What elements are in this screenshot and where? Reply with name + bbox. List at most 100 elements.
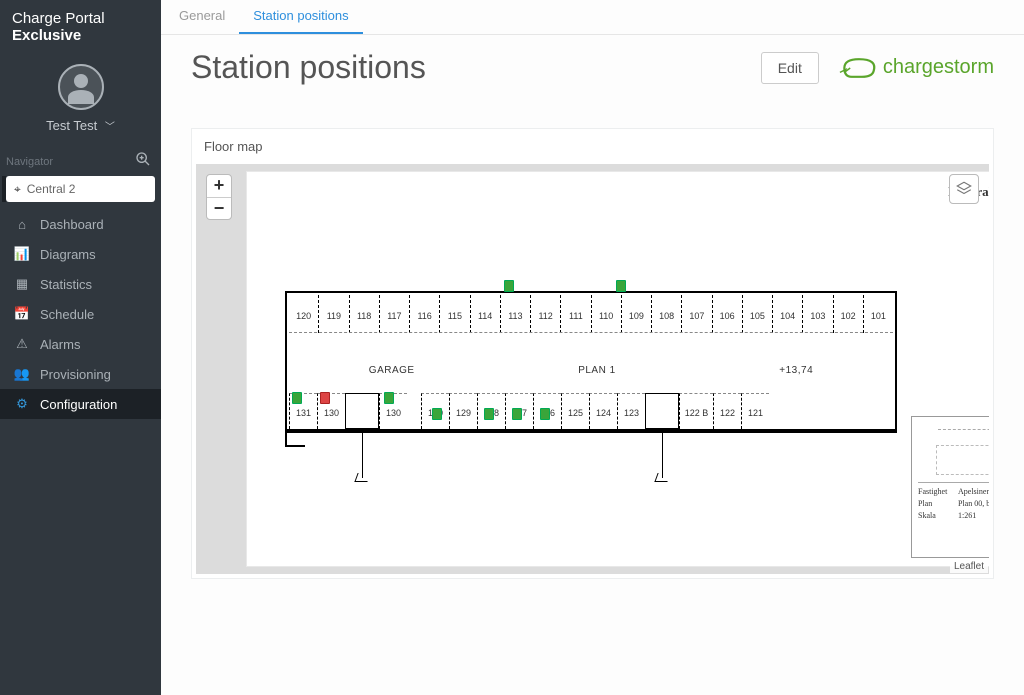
user-name-toggle[interactable]: Test Test ﹀ — [0, 118, 161, 133]
slot-label: 124 — [596, 408, 611, 418]
user-block[interactable]: Test Test ﹀ — [0, 54, 161, 145]
sidebar-item-schedule[interactable]: Schedule — [0, 299, 161, 329]
garage-door — [645, 393, 679, 429]
slot-label: 116 — [417, 311, 431, 321]
chart-icon — [12, 246, 32, 262]
zoom-out-button[interactable]: − — [207, 197, 231, 219]
bottom-slot-row: 131 130 130 — [289, 393, 893, 429]
sidebar-item-diagrams[interactable]: Diagrams — [0, 239, 161, 269]
station-marker[interactable] — [616, 280, 626, 292]
floor-baseline — [285, 431, 897, 433]
station-marker[interactable] — [384, 392, 394, 404]
slot-label: 118 — [357, 311, 371, 321]
slot-label: 117 — [387, 311, 401, 321]
station-marker[interactable] — [540, 408, 550, 420]
sidebar-item-label: Dashboard — [40, 217, 104, 232]
slot-top: 101 — [864, 295, 893, 333]
slot-top: 113 — [501, 295, 531, 333]
slot-label: 102 — [841, 311, 856, 321]
edit-button[interactable]: Edit — [761, 52, 819, 84]
slot-top: 109 — [622, 295, 652, 333]
floorplan-image: Kontraktsbilaga 1 120 119 118 117 116 11… — [246, 171, 989, 567]
tab-general[interactable]: General — [165, 0, 239, 34]
layers-button[interactable] — [949, 174, 979, 204]
station-marker[interactable] — [512, 408, 522, 420]
map-attribution[interactable]: Leaflet — [950, 560, 988, 573]
map-viewport[interactable]: + − Leaflet Kontraktsbilaga 1 120 119 11… — [196, 164, 989, 574]
slot-label: 129 — [456, 408, 471, 418]
label-plan: PLAN 1 — [578, 365, 615, 376]
slot-bot: 123 — [617, 393, 645, 429]
sidebar-item-label: Provisioning — [40, 367, 111, 382]
chargestorm-logo: chargestorm — [837, 53, 994, 83]
sidebar-item-provisioning[interactable]: Provisioning — [0, 359, 161, 389]
sidebar-item-configuration[interactable]: Configuration — [0, 389, 161, 419]
slot-bot: 131 — [289, 393, 317, 429]
station-marker[interactable] — [432, 408, 442, 420]
layers-icon — [955, 180, 973, 198]
sidebar-item-alarms[interactable]: Alarms — [0, 329, 161, 359]
legend-key: Skala — [918, 511, 958, 520]
slot-bot: 125 — [561, 393, 589, 429]
slot-top: 112 — [531, 295, 561, 333]
slot-label: 114 — [478, 311, 492, 321]
slot-label: 108 — [659, 311, 674, 321]
sidebar-item-statistics[interactable]: Statistics — [0, 269, 161, 299]
slot-bot: 128 — [477, 393, 505, 429]
station-marker[interactable] — [320, 392, 330, 404]
legend-thumbnail — [918, 423, 989, 483]
slot-bot: 130 — [317, 393, 345, 429]
tabs: General Station positions — [161, 0, 1024, 35]
slot-top: 117 — [380, 295, 410, 333]
slot-label: 121 — [748, 408, 763, 418]
legend-val: Plan 00, bv + p-platser, garage — [958, 499, 989, 508]
slot-top: 103 — [803, 295, 833, 333]
legend-key: Plan — [918, 499, 958, 508]
slot-top: 114 — [471, 295, 501, 333]
top-slot-row: 120 119 118 117 116 115 114 113 112 111 — [289, 295, 893, 333]
tab-station-positions[interactable]: Station positions — [239, 0, 362, 34]
slot-label: 109 — [629, 311, 644, 321]
slot-top: 118 — [350, 295, 380, 333]
avatar — [58, 64, 104, 110]
slot-label: 130 — [386, 408, 401, 418]
slot-top: 116 — [410, 295, 440, 333]
garage-outline: 120 119 118 117 116 115 114 113 112 111 — [285, 291, 897, 431]
station-marker[interactable] — [484, 408, 494, 420]
slot-bot: 124 — [589, 393, 617, 429]
zoom-in-button[interactable]: + — [207, 175, 231, 197]
sidebar-item-label: Diagrams — [40, 247, 96, 262]
floorplan-legend: FastighetApelsinen 5 PlanPlan 00, bv + p… — [911, 416, 989, 558]
slot-bot: 122 B — [679, 393, 713, 429]
zoom-in-icon[interactable] — [135, 151, 151, 172]
slot-top: 120 — [289, 295, 319, 333]
stats-icon — [12, 276, 32, 292]
slot-label: 131 — [296, 408, 311, 418]
sidebar-item-label: Schedule — [40, 307, 94, 322]
panel-title: Floor map — [192, 129, 993, 164]
slot-top: 108 — [652, 295, 682, 333]
legend-key: Fastighet — [918, 487, 958, 496]
slot-label: 123 — [624, 408, 639, 418]
slot-label: 130 — [324, 408, 339, 418]
brand-bold: Exclusive — [12, 27, 81, 44]
chevron-down-icon: ﹀ — [105, 122, 115, 133]
slot-label: 119 — [327, 311, 341, 321]
mid-labels: GARAGE PLAN 1 +13,74 — [287, 365, 895, 376]
slot-bot: 121 — [741, 393, 769, 429]
station-marker[interactable] — [292, 392, 302, 404]
sidebar-item-dashboard[interactable]: Dashboard — [0, 210, 161, 239]
gear-icon — [12, 396, 32, 412]
slot-label: 106 — [720, 311, 735, 321]
slot-top: 107 — [682, 295, 712, 333]
slot-top: 105 — [743, 295, 773, 333]
sidebar-item-label: Statistics — [40, 277, 92, 292]
brand: Charge Portal Exclusive — [0, 0, 161, 54]
slot-label: 115 — [448, 311, 462, 321]
navigator-select[interactable]: ⌖ Central 2 — [6, 176, 155, 202]
station-marker[interactable] — [504, 280, 514, 292]
title-row: Station positions Edit chargestorm — [161, 35, 1024, 96]
slot-bot: 130 — [421, 393, 449, 429]
floor-map-panel: Floor map + − Leaflet Kontraktsbilaga 1 … — [191, 128, 994, 579]
slot-top: 119 — [319, 295, 349, 333]
